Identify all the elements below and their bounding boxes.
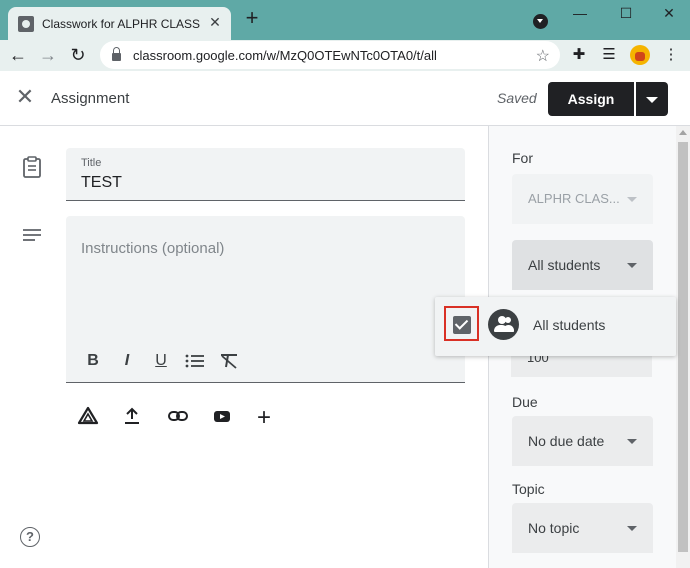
points-select[interactable]: 100: [511, 356, 652, 377]
window-minimize-button[interactable]: —: [570, 4, 590, 22]
title-field[interactable]: Title TEST: [66, 148, 465, 201]
browser-toolbar: ← → ↻ classroom.google.com/w/MzQ0OTEwNTc…: [0, 40, 690, 71]
title-field-label: Title: [81, 157, 102, 169]
bold-button[interactable]: B: [76, 350, 110, 372]
class-select: ALPHR CLAS...: [512, 174, 653, 224]
scrollbar-thumb[interactable]: [678, 142, 688, 552]
class-select-value: ALPHR CLAS...: [528, 191, 620, 206]
page-title: Assignment: [51, 90, 130, 107]
scroll-up-icon[interactable]: [679, 130, 687, 135]
back-icon[interactable]: ←: [7, 44, 29, 66]
bulleted-list-icon[interactable]: [178, 350, 212, 372]
due-label: Due: [512, 394, 538, 410]
menu-icon[interactable]: ⋮: [662, 46, 680, 64]
help-icon[interactable]: ?: [20, 527, 40, 547]
students-select[interactable]: All students: [512, 240, 653, 290]
due-date-select[interactable]: No due date: [512, 416, 653, 466]
browser-tabstrip: Classwork for ALPHR CLASS SAM ✕ + — ☐ ✕: [0, 0, 690, 40]
panel-scrollbar[interactable]: [676, 126, 690, 568]
reading-list-icon[interactable]: ☰: [600, 46, 618, 64]
window-maximize-button[interactable]: ☐: [616, 4, 636, 22]
points-value: 100: [527, 356, 549, 365]
assign-options-dropdown[interactable]: [636, 82, 668, 116]
tab-title: Classwork for ALPHR CLASS SAM: [42, 16, 202, 31]
attachment-toolbar: +: [77, 406, 302, 430]
due-date-value: No due date: [528, 433, 605, 449]
window-close-button[interactable]: ✕: [659, 4, 679, 22]
assignment-icon: [23, 156, 41, 178]
create-icon[interactable]: +: [257, 406, 302, 430]
star-icon[interactable]: ☆: [536, 46, 550, 66]
checkbox-highlight: [444, 306, 479, 341]
description-icon: [23, 229, 41, 241]
address-bar[interactable]: classroom.google.com/w/MzQ0OTEwNTc0OTA0/…: [100, 41, 560, 69]
youtube-icon[interactable]: [212, 406, 257, 430]
students-select-value: All students: [528, 257, 601, 273]
instructions-placeholder: Instructions (optional): [81, 240, 225, 257]
tab-close-icon[interactable]: ✕: [207, 14, 223, 30]
for-label: For: [512, 150, 533, 166]
topic-select[interactable]: No topic: [512, 503, 653, 553]
upload-icon[interactable]: [122, 406, 167, 430]
underline-button[interactable]: U: [144, 350, 178, 372]
assignment-editor: Title TEST Instructions (optional) B I U: [0, 126, 488, 568]
topic-label: Topic: [512, 481, 545, 497]
chevron-down-icon: [627, 526, 637, 531]
chevron-down-icon: [627, 263, 637, 268]
clear-formatting-icon[interactable]: [212, 350, 246, 372]
instructions-field[interactable]: Instructions (optional) B I U: [66, 216, 465, 383]
url-text: classroom.google.com/w/MzQ0OTEwNTc0OTA0/…: [133, 47, 437, 63]
assignment-header: ✕ Assignment Saved Assign: [0, 71, 690, 126]
save-status: Saved: [497, 90, 537, 106]
extensions-icon[interactable]: ✚: [570, 46, 588, 64]
lock-icon: [112, 47, 121, 61]
all-students-option-label[interactable]: All students: [533, 317, 605, 333]
reload-icon[interactable]: ↻: [67, 44, 89, 66]
profile-avatar[interactable]: [630, 45, 650, 65]
classroom-favicon-icon: [18, 15, 34, 32]
chevron-down-icon: [627, 439, 637, 444]
italic-button[interactable]: I: [110, 350, 144, 372]
close-icon[interactable]: ✕: [14, 86, 36, 108]
chevron-down-icon: [627, 197, 637, 202]
new-tab-button[interactable]: +: [241, 7, 263, 30]
tab-search-icon[interactable]: [533, 14, 548, 29]
assign-button[interactable]: Assign: [548, 82, 634, 116]
link-icon[interactable]: [167, 406, 212, 430]
title-input[interactable]: TEST: [81, 174, 122, 192]
topic-value: No topic: [528, 520, 580, 536]
drive-icon[interactable]: [77, 406, 122, 430]
browser-tab[interactable]: Classwork for ALPHR CLASS SAM ✕: [8, 7, 231, 40]
format-toolbar: B I U: [76, 350, 246, 372]
group-icon: [488, 309, 519, 340]
forward-icon[interactable]: →: [37, 44, 59, 66]
